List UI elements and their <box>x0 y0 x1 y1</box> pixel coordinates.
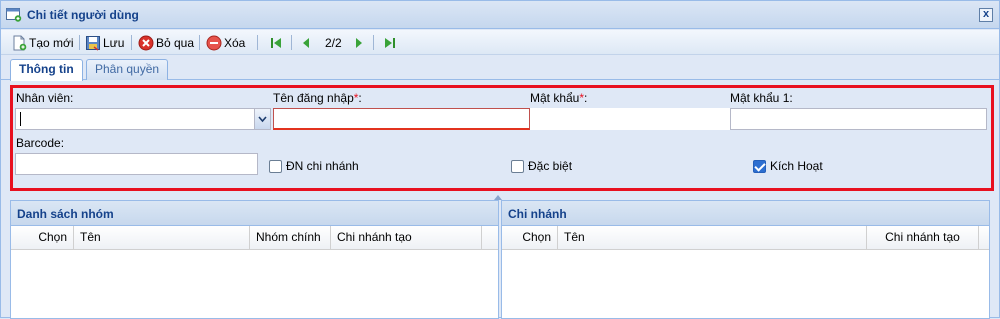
barcode-input[interactable] <box>15 153 258 175</box>
toolbar-separator <box>373 35 374 50</box>
special-checkbox[interactable]: Đặc biệt <box>511 159 572 173</box>
close-button[interactable]: x <box>979 8 993 22</box>
employee-label-text: Nhân viên: <box>16 91 74 105</box>
column-header-created-branch[interactable]: Chi nhánh tạo <box>331 226 482 249</box>
branches-grid-panel: Chi nhánh Chọn Tên Chi nhánh tạo <box>501 200 990 319</box>
column-header-name[interactable]: Tên <box>558 226 867 249</box>
save-button[interactable]: Lưu <box>85 33 124 52</box>
branches-grid-title: Chi nhánh <box>508 207 567 221</box>
toolbar: Tạo mới Lưu Bỏ qua Xóa 2/2 <box>1 30 999 55</box>
cancel-icon <box>138 35 154 50</box>
column-header-main-group[interactable]: Nhóm chính <box>250 226 331 249</box>
label-colon: : <box>358 91 362 105</box>
password-label: Mật khẩu*: <box>530 91 587 105</box>
last-record-button[interactable] <box>383 33 399 52</box>
barcode-label-text: Barcode: <box>16 136 65 150</box>
username-input[interactable] <box>273 108 530 130</box>
password-input[interactable] <box>530 108 730 130</box>
groups-grid-columns: Chọn Tên Nhóm chính Chi nhánh tạo <box>11 226 498 250</box>
previous-page-icon <box>303 37 309 48</box>
branches-grid-columns: Chọn Tên Chi nhánh tạo <box>502 226 989 250</box>
new-button[interactable]: Tạo mới <box>11 33 74 52</box>
tab-info[interactable]: Thông tin <box>10 59 83 81</box>
toolbar-separator <box>257 35 258 50</box>
window-title: Chi tiết người dùng <box>27 8 139 22</box>
previous-record-button[interactable] <box>300 33 314 52</box>
chevron-down-icon <box>258 116 267 123</box>
page-indicator-text: 2/2 <box>325 35 342 50</box>
new-button-label: Tạo mới <box>29 35 74 50</box>
delete-icon <box>206 35 222 50</box>
save-button-label: Lưu <box>103 35 125 50</box>
branch-login-label: ĐN chi nhánh <box>286 159 359 173</box>
toolbar-separator <box>291 35 292 50</box>
page-indicator: 2/2 <box>325 33 342 52</box>
employee-combobox[interactable] <box>15 108 271 130</box>
toolbar-separator <box>79 35 80 50</box>
tab-permissions[interactable]: Phân quyền <box>86 59 169 80</box>
groups-grid-panel: Danh sách nhóm Chọn Tên Nhóm chính Chi n… <box>10 200 499 319</box>
checkbox-box[interactable] <box>269 159 282 173</box>
password1-input[interactable] <box>730 108 987 130</box>
tab-strip: Thông tin Phân quyền <box>1 56 999 81</box>
column-header-created-branch[interactable]: Chi nhánh tạo <box>867 226 979 249</box>
highlight-box <box>10 85 994 191</box>
window-icon <box>6 8 22 22</box>
checkbox-box-checked[interactable] <box>753 159 766 173</box>
new-document-icon <box>13 35 27 50</box>
checkbox-box[interactable] <box>511 159 524 173</box>
username-label-text: Tên đăng nhập <box>273 91 354 105</box>
toolbar-separator <box>131 35 132 50</box>
groups-grid-title: Danh sách nhóm <box>17 207 114 221</box>
active-label: Kích Hoạt <box>770 159 823 173</box>
barcode-label: Barcode: <box>16 136 64 150</box>
user-info-form: Nhân viên: Tên đăng nhập*: Mật khẩu*: Mậ… <box>1 81 999 197</box>
text-cursor <box>20 112 21 126</box>
delete-button-label: Xóa <box>224 35 246 50</box>
last-page-icon <box>385 37 395 48</box>
special-label: Đặc biệt <box>528 159 573 173</box>
first-record-button[interactable] <box>269 33 285 52</box>
password1-label-text: Mật khẩu 1: <box>730 91 793 105</box>
password1-label: Mật khẩu 1: <box>730 91 793 105</box>
next-page-icon <box>356 37 362 48</box>
next-record-button[interactable] <box>353 33 367 52</box>
user-detail-window: Chi tiết người dùng x Tạo mới Lưu Bỏ qua… <box>0 0 1000 319</box>
label-colon: : <box>584 91 588 105</box>
toolbar-separator <box>199 35 200 50</box>
save-icon <box>86 35 100 51</box>
first-page-icon <box>271 37 281 48</box>
employee-label: Nhân viên: <box>16 91 73 105</box>
username-label: Tên đăng nhập*: <box>273 91 362 105</box>
groups-grid-header: Danh sách nhóm <box>11 201 498 226</box>
column-header-name[interactable]: Tên <box>74 226 250 249</box>
cancel-button[interactable]: Bỏ qua <box>138 33 194 52</box>
active-checkbox[interactable]: Kích Hoạt <box>753 159 823 173</box>
branch-login-checkbox[interactable]: ĐN chi nhánh <box>269 159 359 173</box>
window-titlebar: Chi tiết người dùng x <box>1 1 999 29</box>
column-header-select[interactable]: Chọn <box>502 226 558 249</box>
column-header-select[interactable]: Chọn <box>11 226 74 249</box>
employee-dropdown-trigger[interactable] <box>254 109 270 129</box>
password-label-text: Mật khẩu <box>530 91 580 105</box>
delete-button[interactable]: Xóa <box>206 33 245 52</box>
cancel-button-label: Bỏ qua <box>156 35 195 50</box>
branches-grid-header: Chi nhánh <box>502 201 989 226</box>
